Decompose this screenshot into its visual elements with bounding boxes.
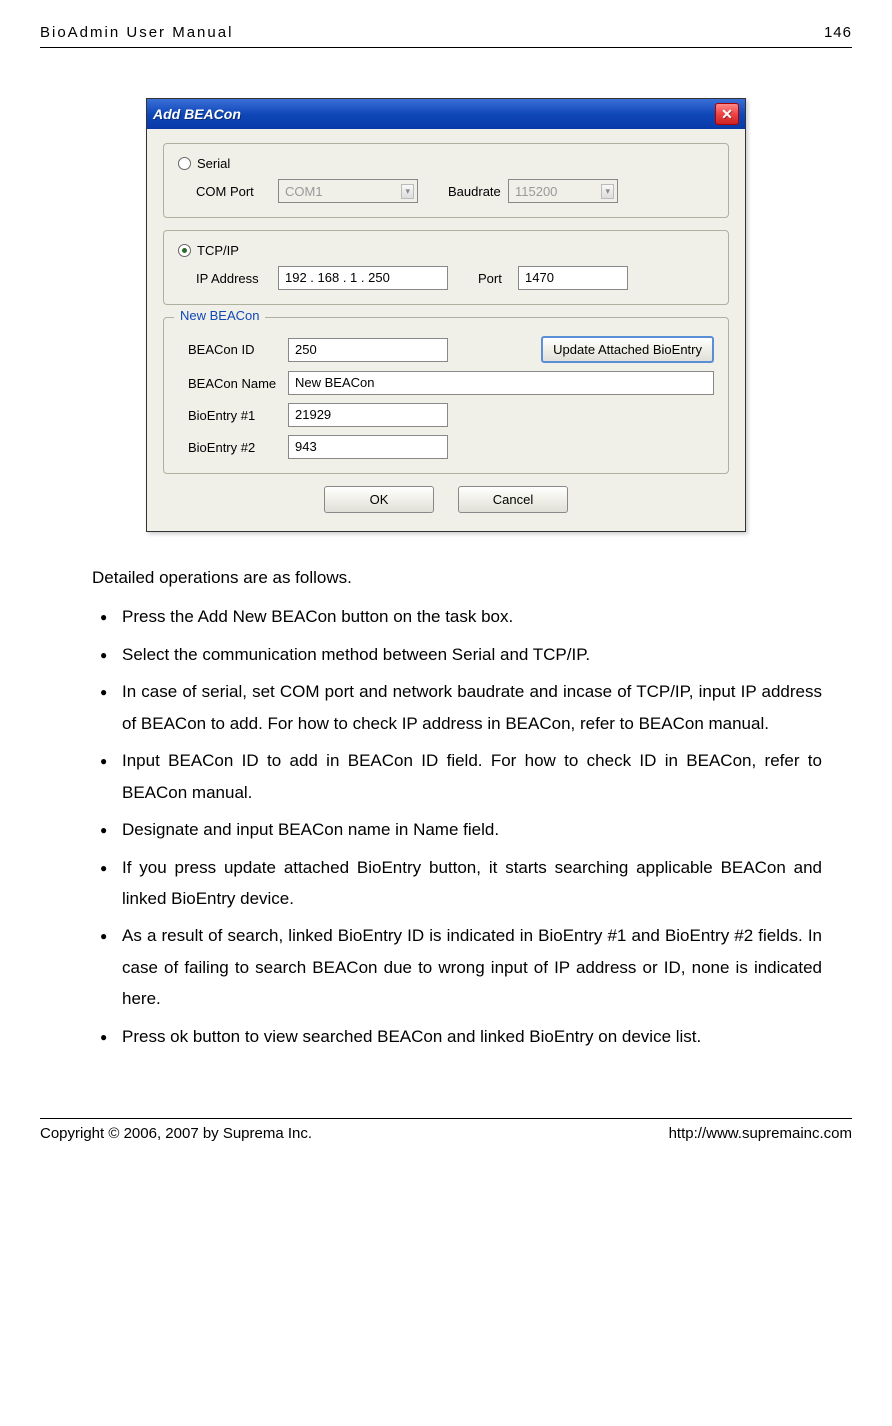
new-beacon-title: New BEACon (174, 308, 265, 323)
serial-group: Serial COM Port COM1 ▾ Baudrate 115200 ▾ (163, 143, 729, 218)
bioentry1-input[interactable]: 21929 (288, 403, 448, 427)
port-value: 1470 (525, 270, 554, 285)
list-item: If you press update attached BioEntry bu… (92, 852, 822, 915)
page-footer: Copyright © 2006, 2007 by Suprema Inc. h… (40, 1118, 852, 1142)
list-item: As a result of search, linked BioEntry I… (92, 920, 822, 1014)
serial-radio-label: Serial (197, 156, 230, 171)
beacon-id-input[interactable]: 250 (288, 338, 448, 362)
close-button[interactable]: ✕ (715, 103, 739, 125)
copyright-text: Copyright © 2006, 2007 by Suprema Inc. (40, 1125, 312, 1142)
tcpip-radio-label: TCP/IP (197, 243, 239, 258)
list-item: Designate and input BEACon name in Name … (92, 814, 822, 845)
port-label: Port (448, 271, 518, 286)
chevron-down-icon: ▾ (401, 184, 414, 199)
list-item: Press ok button to view searched BEACon … (92, 1021, 822, 1052)
list-item: Press the Add New BEACon button on the t… (92, 601, 822, 632)
list-item: Select the communication method between … (92, 639, 822, 670)
baudrate-label: Baudrate (418, 184, 508, 199)
com-port-label: COM Port (178, 184, 278, 199)
bioentry2-input[interactable]: 943 (288, 435, 448, 459)
bullet-list: Press the Add New BEACon button on the t… (92, 601, 822, 1052)
port-input[interactable]: 1470 (518, 266, 628, 290)
ip-address-input[interactable]: 192 . 168 . 1 . 250 (278, 266, 448, 290)
com-port-select[interactable]: COM1 ▾ (278, 179, 418, 203)
bioentry1-value: 21929 (295, 407, 331, 422)
list-item: Input BEACon ID to add in BEACon ID fiel… (92, 745, 822, 808)
beacon-name-label: BEACon Name (178, 376, 288, 391)
add-beacon-dialog: Add BEACon ✕ Serial COM Port COM1 (146, 98, 746, 532)
dialog-title: Add BEACon (153, 106, 241, 122)
page-number: 146 (824, 24, 852, 41)
serial-radio[interactable] (178, 157, 191, 170)
com-port-value: COM1 (285, 184, 323, 199)
footer-url: http://www.supremainc.com (669, 1125, 852, 1142)
beacon-id-label: BEACon ID (178, 342, 288, 357)
list-item: In case of serial, set COM port and netw… (92, 676, 822, 739)
bioentry1-label: BioEntry #1 (178, 408, 288, 423)
bioentry2-value: 943 (295, 439, 317, 454)
baudrate-value: 115200 (515, 184, 557, 199)
tcpip-group: TCP/IP IP Address 192 . 168 . 1 . 250 Po… (163, 230, 729, 305)
ok-button[interactable]: OK (324, 486, 434, 513)
close-icon: ✕ (721, 106, 733, 123)
tcpip-radio[interactable] (178, 244, 191, 257)
beacon-name-input[interactable]: New BEACon (288, 371, 714, 395)
baudrate-select[interactable]: 115200 ▾ (508, 179, 618, 203)
new-beacon-group: New BEACon BEACon ID 250 Update Attached… (163, 317, 729, 474)
beacon-name-value: New BEACon (295, 375, 374, 390)
ip-address-value: 192 . 168 . 1 . 250 (285, 270, 390, 285)
page-header: BioAdmin User Manual 146 (40, 20, 852, 48)
beacon-id-value: 250 (295, 342, 317, 357)
update-attached-button[interactable]: Update Attached BioEntry (541, 336, 714, 363)
bioentry2-label: BioEntry #2 (178, 440, 288, 455)
intro-text: Detailed operations are as follows. (92, 562, 822, 593)
instructions-block: Detailed operations are as follows. Pres… (70, 562, 822, 1052)
header-title: BioAdmin User Manual (40, 24, 233, 41)
ip-address-label: IP Address (178, 271, 278, 286)
chevron-down-icon: ▾ (601, 184, 614, 199)
cancel-button[interactable]: Cancel (458, 486, 568, 513)
dialog-titlebar: Add BEACon ✕ (147, 99, 745, 129)
